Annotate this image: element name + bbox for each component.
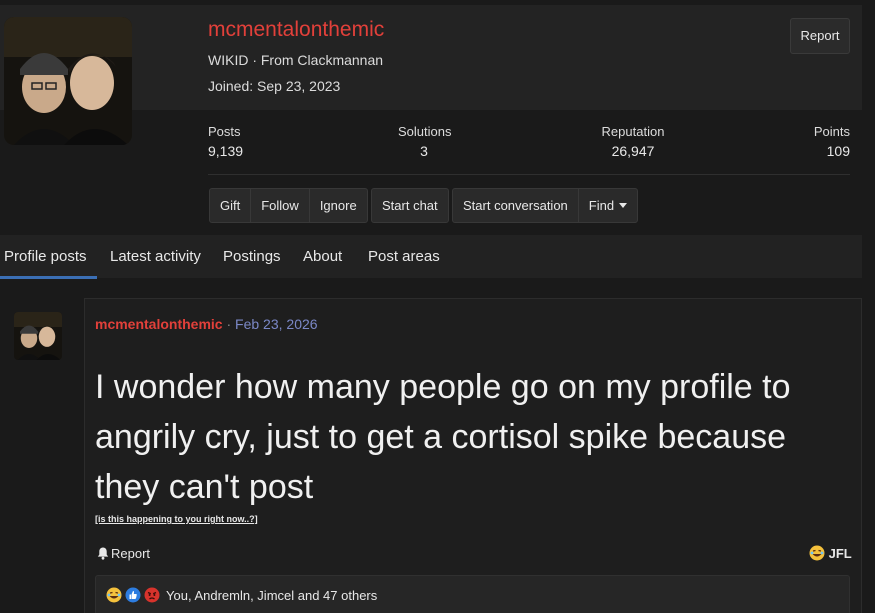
ignore-button[interactable]: Ignore <box>308 189 367 222</box>
profile-avatar[interactable] <box>4 17 132 145</box>
post-author-avatar[interactable] <box>14 312 62 360</box>
tab-profile-posts[interactable]: Profile posts <box>4 248 87 265</box>
stat-value: 26,947 <box>611 143 655 159</box>
profile-username: mcmentalonthemic <box>208 18 385 41</box>
profile-joined-date: Joined: Sep 23, 2023 <box>208 78 341 94</box>
chat-actions-group: Start chat <box>371 188 449 223</box>
laughing-emoji-icon <box>106 587 122 603</box>
report-post-link[interactable]: Report <box>97 546 150 561</box>
start-conversation-button[interactable]: Start conversation <box>453 189 578 222</box>
tab-post-areas[interactable]: Post areas <box>368 248 440 265</box>
profile-tabs: Profile posts Latest activity Postings A… <box>0 235 862 278</box>
stats-divider <box>208 174 850 175</box>
stat-value: 109 <box>826 143 850 159</box>
tab-postings[interactable]: Postings <box>223 248 281 265</box>
meta-separator: · <box>226 316 232 332</box>
conversation-actions-group: Start conversation Find <box>452 188 639 223</box>
stat-label: Points <box>813 124 850 139</box>
start-chat-button[interactable]: Start chat <box>372 189 448 222</box>
find-label: Find <box>588 198 615 213</box>
stat-posts[interactable]: Posts 9,139 <box>208 124 243 159</box>
stat-reputation[interactable]: Reputation 26,947 <box>600 124 666 159</box>
stat-value: 3 <box>420 143 428 159</box>
post-meta: mcmentalonthemic · Feb 23, 2026 <box>95 316 318 332</box>
profile-title-location: WIKID · From Clackmannan <box>208 52 384 68</box>
post-date-link[interactable]: Feb 23, 2026 <box>235 316 318 332</box>
follow-button[interactable]: Follow <box>250 189 309 222</box>
bell-icon <box>97 547 109 560</box>
react-button[interactable]: JFL <box>809 545 852 561</box>
stat-label: Reputation <box>601 124 665 139</box>
react-label: JFL <box>828 546 852 561</box>
post-author-link[interactable]: mcmentalonthemic <box>95 316 223 332</box>
report-profile-button[interactable]: Report <box>790 18 850 54</box>
find-dropdown[interactable]: Find <box>577 189 637 222</box>
chevron-down-icon <box>619 203 628 208</box>
report-label: Report <box>111 546 151 561</box>
stat-solutions[interactable]: Solutions 3 <box>398 124 452 159</box>
tab-latest-activity[interactable]: Latest activity <box>110 248 201 265</box>
member-actions-group: Gift Follow Ignore <box>209 188 368 223</box>
stat-value: 9,139 <box>208 143 244 159</box>
angry-emoji-icon <box>144 587 160 603</box>
active-tab-indicator <box>0 276 97 279</box>
reaction-icons <box>106 587 160 603</box>
stat-points[interactable]: Points 109 <box>800 124 850 159</box>
reactions-users: You, Andremln, Jimcel and 47 others <box>166 588 378 603</box>
stat-label: Solutions <box>398 124 452 139</box>
stat-label: Posts <box>208 124 241 139</box>
gift-button[interactable]: Gift <box>210 189 250 222</box>
reactions-summary[interactable]: You, Andremln, Jimcel and 47 others <box>95 575 850 613</box>
like-icon <box>125 587 141 603</box>
post-inline-link[interactable]: [is this happening to you right now..?] <box>95 514 258 524</box>
post-body: I wonder how many people go on my profil… <box>95 368 791 506</box>
laughing-emoji-icon <box>809 545 825 561</box>
tab-about[interactable]: About <box>303 248 342 265</box>
